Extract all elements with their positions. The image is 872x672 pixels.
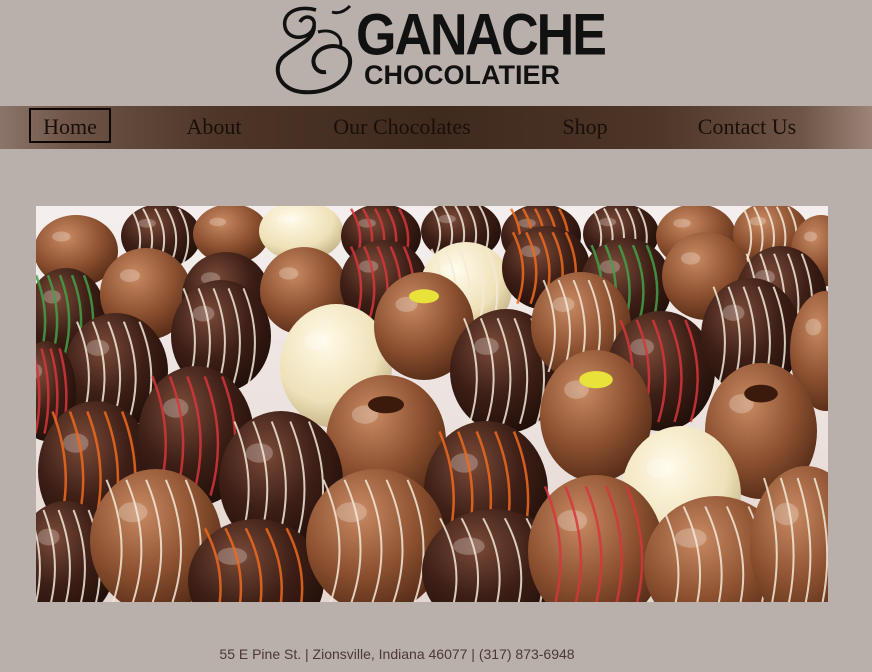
egg-highlight: [749, 216, 767, 226]
nav-shop[interactable]: Shop: [548, 106, 622, 149]
egg-highlight: [552, 296, 575, 312]
egg-topping: [409, 289, 439, 304]
hero-image: [36, 206, 828, 602]
nav-home[interactable]: Home: [29, 108, 111, 143]
egg-highlight: [518, 218, 536, 228]
chocolate-eggs-photo: [36, 206, 828, 602]
site-header: GANACHE CHOCOLATIER: [0, 0, 872, 104]
nav-our-chocolates[interactable]: Our Chocolates: [318, 106, 486, 149]
egg-highlight: [646, 458, 674, 478]
egg-highlight: [450, 453, 478, 473]
egg-highlight: [358, 218, 376, 228]
egg-highlight: [673, 218, 691, 228]
monogram-icon: [275, 4, 353, 95]
egg-highlight: [803, 231, 818, 242]
egg-highlight: [118, 502, 148, 523]
egg-topping: [744, 384, 778, 403]
egg-topping: [368, 396, 404, 414]
egg-highlight: [37, 528, 60, 546]
egg-highlight: [674, 528, 707, 548]
footer-address: 55 E Pine St. | Zionsville, Indiana 4607…: [219, 646, 575, 662]
egg-highlight: [62, 433, 89, 453]
egg-highlight: [217, 547, 248, 565]
egg-highlight: [358, 260, 379, 273]
egg-highlight: [52, 231, 71, 242]
nav-about[interactable]: About: [172, 106, 256, 149]
egg-highlight: [119, 269, 141, 283]
site-logo[interactable]: GANACHE CHOCOLATIER: [274, 2, 607, 98]
egg-highlight: [722, 304, 745, 321]
egg-highlight: [192, 305, 215, 322]
egg-highlight: [43, 290, 61, 304]
egg-highlight: [209, 217, 227, 227]
nav-contact-us[interactable]: Contact Us: [684, 106, 810, 149]
egg-highlight: [162, 398, 189, 418]
egg-highlight: [245, 443, 273, 463]
egg-highlight: [278, 267, 299, 280]
egg-highlight: [630, 338, 654, 356]
egg-highlight: [599, 217, 617, 227]
egg-highlight: [138, 218, 156, 228]
egg-highlight: [86, 339, 110, 356]
egg-highlight: [336, 502, 367, 523]
egg-highlight: [805, 318, 822, 336]
egg-highlight: [557, 509, 588, 532]
egg-highlight: [439, 263, 461, 277]
egg-highlight: [774, 502, 799, 526]
egg-highlight: [277, 214, 296, 224]
egg-highlight: [452, 537, 485, 555]
egg-highlight: [474, 337, 499, 355]
main-nav: Home About Our Chocolates Shop Contact U…: [0, 106, 872, 149]
logo-subtitle: CHOCOLATIER: [364, 60, 560, 90]
egg-highlight: [680, 252, 701, 265]
egg-highlight: [438, 214, 456, 224]
egg-highlight: [304, 332, 329, 350]
egg-highlight: [520, 245, 541, 258]
egg-highlight: [599, 260, 621, 274]
egg-topping: [579, 371, 613, 389]
